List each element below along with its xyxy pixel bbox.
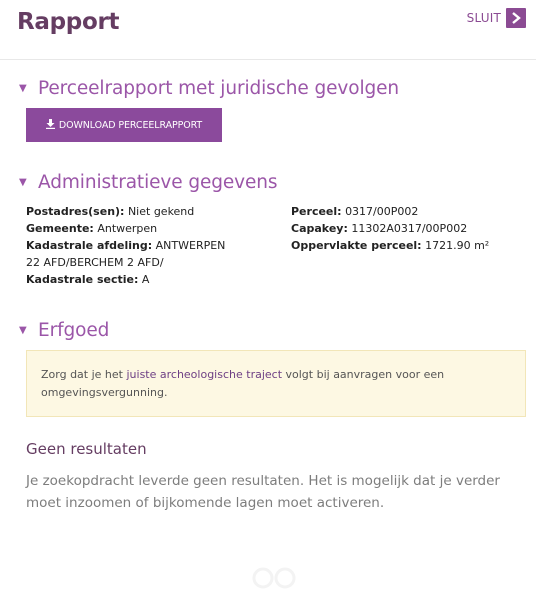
download-perceelrapport-button[interactable]: DOWNLOAD PERCEELRAPPORT	[26, 108, 222, 142]
no-results-text: Je zoekopdracht leverde geen resultaten.…	[26, 473, 500, 511]
report-header: Rapport SLUIT	[0, 0, 536, 60]
page-title: Rapport	[17, 9, 120, 35]
oppervlakte-row: Oppervlakte perceel: 1721.90 m²	[291, 239, 490, 252]
archeologisch-traject-link[interactable]: juiste archeologische traject	[126, 368, 282, 381]
perceel-row: Perceel: 0317/00P002	[291, 205, 419, 218]
kadastrale-afdeling-row: Kadastrale afdeling: ANTWERPEN 22 AFD/BE…	[26, 239, 226, 269]
section-perceelrapport-title: Perceelrapport met juridische gevolgen	[38, 78, 400, 99]
section-administratief-title: Administratieve gegevens	[38, 172, 278, 193]
admin-left-column: Postadres(sen): Niet gekend Gemeente: An…	[26, 203, 241, 288]
section-erfgoed-title: Erfgoed	[38, 320, 110, 341]
download-icon	[45, 118, 55, 132]
loading-indicator	[238, 565, 308, 595]
capakey-row: Capakey: 11302A0317/00P002	[291, 222, 468, 235]
section-administratief-toggle[interactable]: ▼ Administratieve gegevens	[19, 172, 278, 193]
caret-down-icon: ▼	[19, 83, 27, 94]
gemeente-row: Gemeente: Antwerpen	[26, 222, 158, 235]
chevron-right-icon	[506, 8, 526, 28]
download-label: DOWNLOAD PERCEELRAPPORT	[58, 119, 203, 131]
no-results-title: Geen resultaten	[26, 440, 147, 458]
kadastrale-sectie-row: Kadastrale sectie: A	[26, 273, 150, 286]
close-label: SLUIT	[466, 11, 501, 25]
caret-down-icon: ▼	[19, 177, 27, 188]
caret-down-icon: ▼	[19, 325, 27, 336]
close-button[interactable]: SLUIT	[467, 8, 526, 28]
section-perceelrapport-toggle[interactable]: ▼ Perceelrapport met juridische gevolgen	[19, 78, 399, 99]
postadres-row: Postadres(sen): Niet gekend	[26, 205, 195, 218]
section-erfgoed-toggle[interactable]: ▼ Erfgoed	[19, 320, 109, 341]
erfgoed-alert: Zorg dat je het juiste archeologische tr…	[26, 350, 526, 417]
admin-right-column: Perceel: 0317/00P002 Capakey: 11302A0317…	[291, 203, 526, 254]
